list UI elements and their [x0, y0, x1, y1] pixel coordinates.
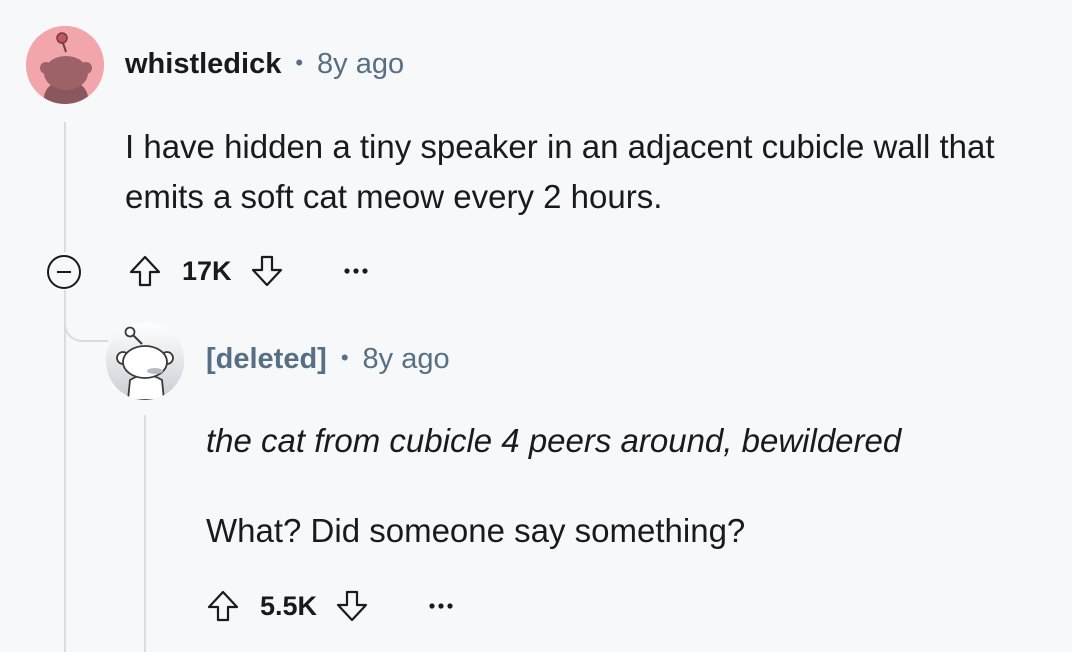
comment-score: 17K — [182, 255, 232, 286]
upvote-button[interactable] — [126, 252, 164, 290]
reply-timestamp[interactable]: 8y ago — [363, 343, 450, 376]
username-link[interactable]: whistledick — [125, 48, 281, 81]
reply-meta: [deleted] • 8y ago — [206, 343, 450, 376]
downvote-button[interactable] — [333, 587, 371, 625]
downvote-button[interactable] — [248, 252, 286, 290]
reply-score: 5.5K — [260, 590, 318, 621]
collapse-icon[interactable] — [47, 255, 81, 289]
meta-separator: • — [340, 344, 349, 370]
reply-branch-line — [64, 300, 108, 342]
arrow-up-icon — [207, 590, 239, 622]
arrow-up-icon — [129, 255, 161, 287]
deleted-user-avatar-icon[interactable] — [106, 322, 184, 400]
comment-actions: 17K — [126, 251, 374, 291]
comment-body: I have hidden a tiny speaker in an adjac… — [125, 128, 995, 215]
reply-body-line-2: What? Did someone say something? — [206, 512, 746, 549]
arrow-down-icon — [251, 255, 282, 287]
meta-separator: • — [295, 49, 304, 75]
comment-timestamp[interactable]: 8y ago — [317, 48, 404, 81]
comment-thread: whistledick • 8y ago I have hidden a tin… — [0, 0, 1072, 652]
comment-meta: whistledick • 8y ago — [125, 48, 404, 81]
thread-line[interactable] — [64, 122, 66, 252]
reply-thread-line[interactable] — [144, 415, 146, 652]
upvote-button[interactable] — [204, 587, 242, 625]
arrow-down-icon — [336, 590, 368, 622]
snoo-avatar-icon[interactable] — [26, 26, 104, 104]
reply-body-line-1: the cat from cubicle 4 peers around, bew… — [206, 422, 902, 459]
reply-actions: 5.5K — [204, 586, 459, 626]
more-options-icon[interactable] — [423, 588, 459, 624]
more-options-icon[interactable] — [338, 253, 374, 289]
deleted-username: [deleted] — [206, 343, 327, 375]
thread-line[interactable] — [64, 290, 66, 652]
